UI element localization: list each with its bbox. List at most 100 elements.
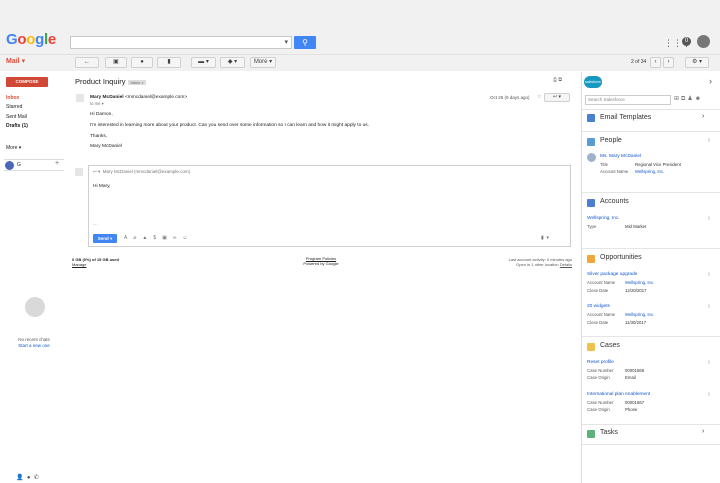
- show-trimmed-icon[interactable]: ···: [93, 222, 98, 228]
- tasks-section[interactable]: [582, 424, 720, 425]
- upload-icon[interactable]: ⇪: [707, 360, 711, 366]
- sidebar-item-inbox[interactable]: Inbox: [6, 95, 19, 101]
- powered-by-google: Powered by Google: [303, 261, 339, 266]
- contact-name-link[interactable]: Ms. Mary McDaniel: [600, 154, 641, 159]
- back-button[interactable]: ←: [75, 57, 99, 68]
- next-button[interactable]: ›: [663, 57, 674, 68]
- tasks-title[interactable]: Tasks: [600, 429, 618, 436]
- upload-icon[interactable]: ⇪: [707, 392, 711, 398]
- chevron-right-icon[interactable]: ›: [702, 428, 704, 435]
- mail-menu[interactable]: Mail ▾: [6, 57, 25, 65]
- to-line[interactable]: to me ▾: [90, 101, 104, 106]
- print-icon[interactable]: ⎙ ⧉: [553, 77, 562, 83]
- upload-icon[interactable]: ⇪: [707, 138, 711, 144]
- prev-button[interactable]: ‹: [650, 57, 661, 68]
- person-icon[interactable]: ♟: [687, 96, 694, 102]
- manage-link[interactable]: Manage: [72, 262, 119, 267]
- formatting-toolbar[interactable]: A⌀▲$▣∞☺: [124, 235, 194, 241]
- star-icon[interactable]: ☆: [537, 94, 541, 100]
- user-avatar[interactable]: ☻: [695, 96, 703, 102]
- chevron-left-icon: ‹: [654, 59, 657, 65]
- chevron-down-icon[interactable]: ▾: [284, 38, 288, 46]
- case-link[interactable]: Reset profile: [587, 360, 614, 365]
- send-button[interactable]: Send ▾: [93, 234, 117, 243]
- search-input[interactable]: ▾: [70, 36, 292, 49]
- google-logo[interactable]: Google: [6, 31, 56, 48]
- search-icon: ⚲: [302, 38, 308, 47]
- accounts-section: [582, 192, 720, 193]
- footer-middle: Program Policies Powered by Google: [295, 256, 347, 266]
- inbox-tag[interactable]: Inbox ×: [128, 79, 146, 85]
- account-link[interactable]: Wellspring, Inc.: [625, 280, 654, 285]
- salesforce-search-input[interactable]: Search Salesforce: [585, 95, 671, 105]
- accounts-icon: [587, 199, 595, 207]
- start-chat-link[interactable]: Start a new one: [10, 343, 58, 348]
- arrow-left-icon: ←: [84, 59, 90, 65]
- details-link[interactable]: Details: [560, 262, 572, 267]
- salesforce-panel: [581, 72, 720, 483]
- emoji-icon[interactable]: ☺: [182, 235, 193, 241]
- cases-icon: [587, 343, 595, 351]
- account-name-link[interactable]: Wellspring, Inc.: [587, 216, 620, 221]
- accounts-title: Accounts: [600, 198, 629, 205]
- email-templates-section[interactable]: [582, 109, 720, 110]
- email-body-line: Thanks,: [90, 134, 108, 139]
- notifications-icon[interactable]: 0: [682, 37, 691, 46]
- no-chats-text: No recent chats: [18, 337, 50, 342]
- sender-avatar: [76, 94, 84, 102]
- upload-icon[interactable]: ⇪: [707, 304, 711, 310]
- more-button[interactable]: More ▾: [250, 57, 276, 68]
- opportunity-link[interactable]: 20 widgets: [587, 304, 610, 309]
- add-icon[interactable]: +: [55, 160, 59, 167]
- opportunities-title: Opportunities: [600, 254, 642, 261]
- text-format-icon[interactable]: A: [124, 235, 133, 241]
- photo-icon[interactable]: ▣: [162, 235, 173, 241]
- chat-icon[interactable]: ●: [27, 475, 31, 481]
- field-value: 11/30/2017: [625, 320, 647, 325]
- compose-button[interactable]: COMPOSE: [6, 77, 48, 87]
- settings-button[interactable]: ⚙ ▾: [685, 57, 709, 68]
- hangouts-avatar[interactable]: [5, 161, 14, 170]
- account-link[interactable]: Wellspring, Inc.: [625, 312, 654, 317]
- opportunity-link[interactable]: Silver package upgrade: [587, 272, 637, 277]
- collapse-panel-icon[interactable]: ›: [709, 76, 712, 86]
- chevron-right-icon: ›: [667, 59, 670, 65]
- labels-button[interactable]: ◆ ▾: [220, 57, 245, 68]
- search-button[interactable]: ⚲: [294, 36, 316, 49]
- cases-title: Cases: [600, 342, 620, 349]
- sidebar-item-more[interactable]: More ▾: [6, 145, 21, 151]
- account-avatar[interactable]: [697, 35, 710, 48]
- sidebar-item-drafts[interactable]: Drafts (1): [6, 123, 28, 129]
- account-link[interactable]: Wellspring, Inc.: [635, 169, 664, 174]
- opportunities-icon: [587, 255, 595, 263]
- sidebar-item-starred[interactable]: Starred: [6, 104, 22, 110]
- report-spam-button[interactable]: ●: [131, 57, 153, 68]
- reply-avatar: [75, 168, 83, 176]
- chevron-right-icon[interactable]: ›: [702, 113, 704, 120]
- trash-icon: ▮: [167, 59, 171, 65]
- email-date: Oct 25 (9 days ago): [490, 95, 530, 100]
- person-icon[interactable]: 👤: [16, 475, 23, 481]
- drive-icon[interactable]: ▲: [142, 235, 153, 241]
- email-templates-title[interactable]: Email Templates: [600, 114, 651, 121]
- field-value: 00001868: [625, 368, 645, 373]
- reply-button[interactable]: ↩ ▾: [544, 93, 570, 102]
- reply-body[interactable]: Hi Mary,: [93, 184, 111, 189]
- field-value: Mid Market: [625, 224, 647, 229]
- archive-button[interactable]: ▣: [105, 57, 127, 68]
- reply-recipient[interactable]: ↩ ▾ Mary McDaniel (mmcdaniel@example.com…: [93, 169, 190, 175]
- move-to-button[interactable]: ▬ ▾: [191, 57, 216, 68]
- phone-icon[interactable]: ✆: [34, 475, 39, 481]
- case-link[interactable]: International plan enablement: [587, 392, 650, 397]
- delete-button[interactable]: ▮: [157, 57, 181, 68]
- money-icon[interactable]: $: [153, 235, 162, 241]
- discard-draft-icon[interactable]: ▮ ▾: [541, 235, 549, 241]
- upload-icon[interactable]: ⇪: [707, 272, 711, 278]
- attach-icon[interactable]: ⌀: [133, 235, 142, 241]
- reply-icon: ↩: [552, 94, 558, 100]
- link-icon[interactable]: ∞: [173, 235, 183, 241]
- add-icon[interactable]: ⊞: [674, 96, 681, 102]
- sidebar-item-sent[interactable]: Sent Mail: [6, 114, 27, 120]
- field-label: Case Origin: [587, 407, 610, 412]
- upload-icon[interactable]: ⇪: [707, 216, 711, 222]
